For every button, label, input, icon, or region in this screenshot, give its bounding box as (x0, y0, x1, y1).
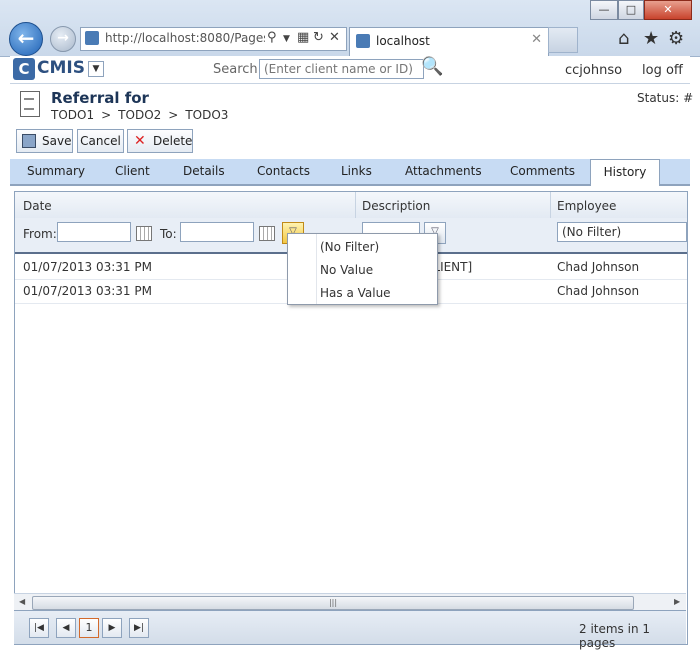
site-favicon-icon (85, 31, 99, 45)
to-label: To: (160, 227, 177, 241)
client-search-input[interactable] (259, 59, 424, 79)
compat-view-icon[interactable]: ▦ (297, 30, 309, 45)
breadcrumb-separator: > (101, 108, 112, 122)
employee-filter-select[interactable]: (No Filter) (557, 222, 687, 242)
tab-client[interactable]: Client (115, 164, 150, 178)
tab-summary[interactable]: Summary (27, 164, 85, 178)
address-url[interactable]: http://localhost:8080/Pages/I (105, 31, 265, 45)
filter-dropdown-menu: (No Filter) No Value Has a Value (287, 233, 438, 305)
home-icon[interactable]: ⌂ (618, 28, 629, 49)
date-cell: 01/07/2013 03:31 PM (23, 284, 152, 298)
tab-title: localhost (376, 34, 430, 48)
grid-header: Date Description Employee (15, 192, 687, 219)
last-page-icon[interactable]: ▶| (129, 618, 149, 638)
cmis-logo-icon: C (13, 58, 35, 80)
cancel-button[interactable]: Cancel (77, 129, 124, 153)
from-date-input[interactable] (57, 222, 131, 242)
breadcrumb-item[interactable]: TODO1 (51, 108, 94, 122)
breadcrumb: TODO1 > TODO2 > TODO3 (51, 108, 228, 122)
menu-item-label: Has a Value (320, 286, 391, 300)
to-calendar-icon[interactable] (259, 226, 275, 241)
column-header-date[interactable]: Date (23, 199, 52, 213)
breadcrumb-item[interactable]: TODO2 (118, 108, 161, 122)
save-button[interactable]: Save (16, 129, 73, 153)
delete-button[interactable]: ✕ Delete (127, 129, 193, 153)
page-tabs: Summary Client Details Contacts Links At… (10, 159, 690, 186)
employee-cell: Chad Johnson (557, 260, 640, 274)
settings-gear-icon[interactable]: ⚙ (668, 28, 684, 49)
menu-item-no-value[interactable]: No Value (288, 258, 437, 281)
maximize-button[interactable]: □ (618, 0, 644, 20)
breadcrumb-item[interactable]: TODO3 (185, 108, 228, 122)
delete-x-icon: ✕ (134, 133, 146, 149)
menu-item-has-value[interactable]: Has a Value (288, 281, 437, 304)
horizontal-scrollbar[interactable]: ◀ ||| ▶ (14, 593, 686, 611)
from-calendar-icon[interactable] (136, 226, 152, 241)
date-cell: 01/07/2013 03:31 PM (23, 260, 152, 274)
logoff-link[interactable]: log off (642, 63, 683, 78)
prev-page-icon[interactable]: ◀ (56, 618, 76, 638)
tab-links[interactable]: Links (341, 164, 372, 178)
scrollbar-thumb[interactable]: ||| (32, 596, 634, 610)
scroll-left-arrow-icon[interactable]: ◀ (19, 597, 25, 606)
search-label: Search: (213, 62, 263, 77)
address-dropdown-icon[interactable]: ▼ (283, 34, 290, 44)
address-bar[interactable]: http://localhost:8080/Pages/I ⚲ ▼ ▦ ↻ ✕ (80, 27, 347, 51)
app-logo-text: CMIS (37, 58, 85, 78)
pager-info: 2 items in 1 pages (579, 622, 651, 650)
tab-history[interactable]: History (590, 159, 660, 186)
save-label: Save (42, 134, 72, 148)
tab-comments[interactable]: Comments (510, 164, 575, 178)
document-icon (20, 91, 40, 117)
tab-favicon-icon (356, 34, 370, 48)
browser-tab[interactable]: localhost ✕ (349, 27, 549, 56)
close-window-button[interactable]: ✕ (644, 0, 692, 20)
menu-item-label: (No Filter) (320, 240, 380, 254)
grid-pager: |◀ ◀ 1 ▶ ▶| 2 items in 1 pages (14, 610, 686, 650)
page-number-button[interactable]: 1 (79, 618, 99, 638)
search-magnifier-icon[interactable]: 🔍 (421, 56, 443, 77)
scroll-right-arrow-icon[interactable]: ▶ (674, 597, 680, 606)
tab-contacts[interactable]: Contacts (257, 164, 310, 178)
menu-item-no-filter[interactable]: (No Filter) (288, 235, 437, 258)
tab-details[interactable]: Details (183, 164, 225, 178)
to-date-input[interactable] (180, 222, 254, 242)
back-button[interactable]: ← (9, 22, 43, 56)
favorites-star-icon[interactable]: ★ (643, 28, 659, 49)
employee-cell: Chad Johnson (557, 284, 640, 298)
refresh-icon[interactable]: ↻ (313, 30, 324, 45)
tab-attachments[interactable]: Attachments (405, 164, 482, 178)
menu-item-label: No Value (320, 263, 374, 277)
delete-label: Delete (153, 134, 193, 148)
breadcrumb-separator: > (168, 108, 179, 122)
current-user: ccjohnso (565, 63, 623, 78)
column-header-employee[interactable]: Employee (557, 199, 616, 213)
from-label: From: (23, 227, 57, 241)
minimize-button[interactable]: — (590, 0, 618, 20)
new-tab-button[interactable] (548, 27, 578, 53)
search-icon[interactable]: ⚲ (267, 30, 277, 45)
first-page-icon[interactable]: |◀ (29, 618, 49, 638)
status-label: Status: # (637, 91, 694, 105)
tab-close-icon[interactable]: ✕ (531, 32, 542, 47)
forward-button[interactable]: → (50, 26, 76, 52)
app-menu-dropdown[interactable]: ▼ (88, 61, 104, 77)
app-header: C CMIS ▼ Search: 🔍 ccjohnso log off (10, 56, 690, 84)
browser-chrome: — □ ✕ ← → http://localhost:8080/Pages/I … (0, 0, 700, 57)
column-header-description[interactable]: Description (362, 199, 430, 213)
save-disk-icon (22, 134, 36, 148)
page-title: Referral for (51, 89, 149, 107)
next-page-icon[interactable]: ▶ (102, 618, 122, 638)
stop-icon[interactable]: ✕ (329, 30, 340, 45)
